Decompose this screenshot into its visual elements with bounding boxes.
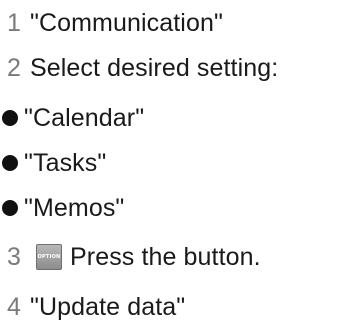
step-number: 2: [7, 53, 21, 82]
instruction-list: 1 "Communication" 2 Select desired setti…: [0, 0, 337, 336]
option-calendar: "Calendar": [0, 101, 144, 135]
step-3: 3 OPTION Press the button.: [0, 240, 261, 274]
option-button-icon: OPTION: [36, 244, 62, 270]
option-memos: "Memos": [0, 191, 124, 225]
bullet-icon: [2, 110, 18, 126]
step-number: 3: [7, 242, 21, 271]
option-text: "Calendar": [24, 103, 145, 132]
option-tasks: "Tasks": [0, 146, 106, 180]
step-text: "Update data": [30, 292, 186, 321]
bullet-icon: [2, 155, 18, 171]
step-number: 4: [7, 292, 21, 321]
option-text: "Tasks": [24, 148, 107, 177]
step-text: Select desired setting:: [30, 53, 279, 82]
step-text: "Communication": [30, 8, 223, 37]
step-1: 1 "Communication": [0, 6, 223, 40]
bullet-icon: [2, 200, 18, 216]
step-2: 2 Select desired setting:: [0, 51, 278, 85]
step-4: 4 "Update data": [0, 290, 185, 324]
option-text: "Memos": [24, 193, 125, 222]
step-number: 1: [7, 8, 21, 37]
step-text: Press the button.: [70, 242, 261, 271]
option-button-label: OPTION: [37, 254, 61, 260]
